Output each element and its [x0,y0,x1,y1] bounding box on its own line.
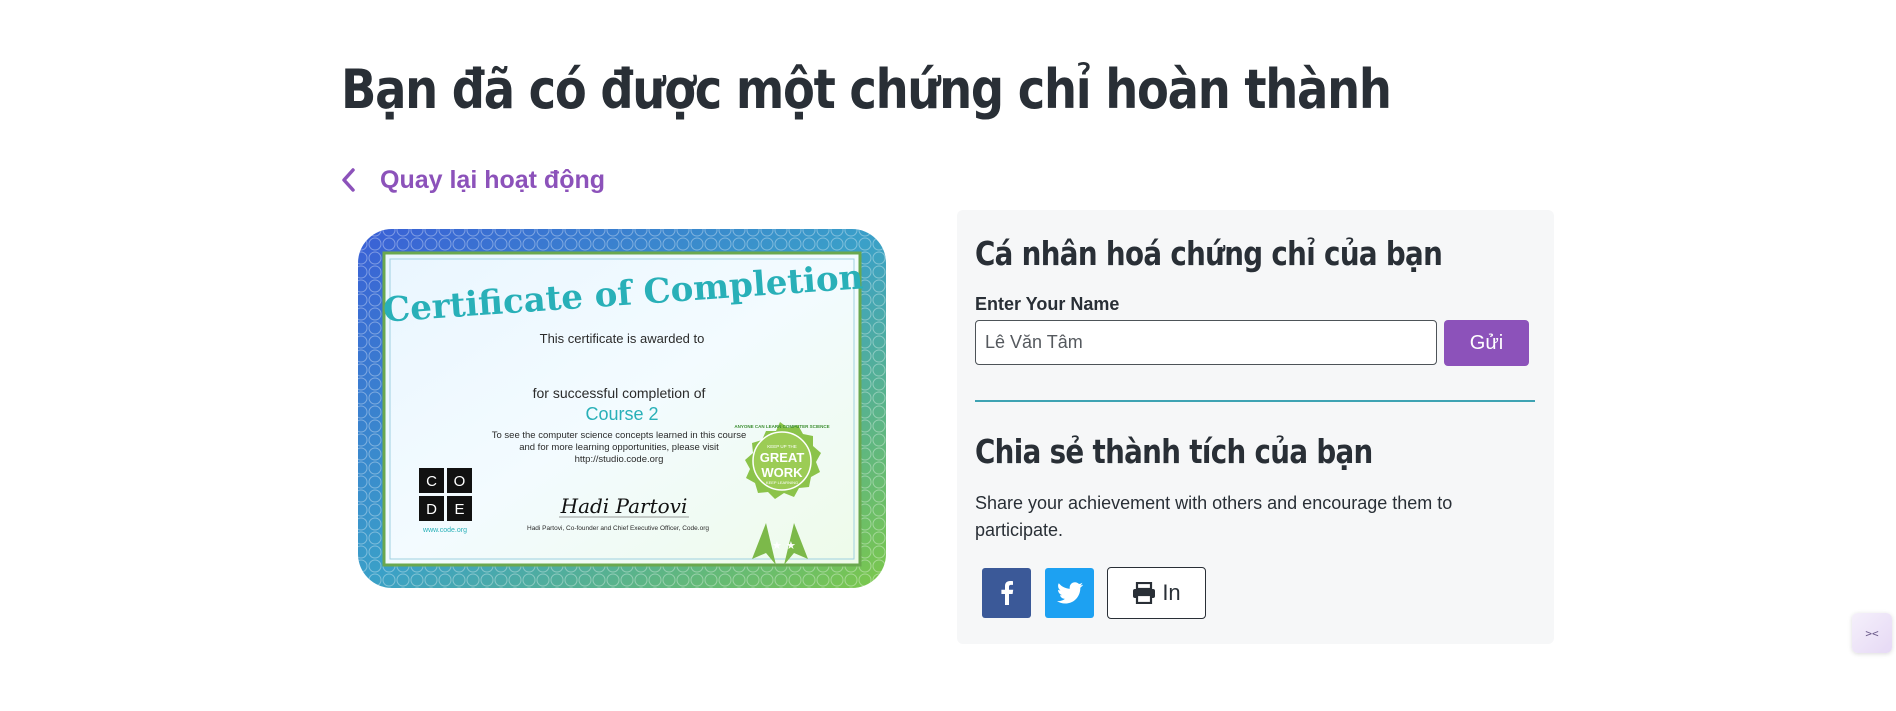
certificate-note-line3: http://studio.code.org [575,454,664,465]
section-divider [975,400,1535,402]
seal-bottom-text: WORK [761,465,803,480]
widget-label: >< [1865,626,1879,640]
twitter-icon [1056,582,1083,604]
seal-star-left: ★ [772,539,782,552]
personalize-heading: Cá nhân hoá chứng chỉ của bạn [975,234,1443,273]
twitter-share-button[interactable] [1045,568,1094,618]
facebook-share-button[interactable] [982,568,1031,618]
certificate-image: Certificate of Completion This certifica… [354,223,890,594]
seal-top-text: GREAT [760,450,805,465]
name-label: Enter Your Name [975,294,1120,314]
printer-icon [1133,582,1156,604]
logo-letter-o: O [454,473,466,490]
logo-url: www.code.org [422,527,467,534]
signer-title: Hadi Partovi, Co-founder and Chief Execu… [527,525,709,532]
logo-letter-d: D [426,501,437,518]
back-link-label: Quay lại hoạt động [380,165,606,194]
certificate-awarded-text: This certificate is awarded to [540,331,705,346]
seal-star-right: ★ [786,539,796,552]
page-title: Bạn đã có được một chứng chỉ hoàn thành [341,58,1392,121]
facebook-icon [1000,581,1013,605]
seal-ring-text: ANYONE CAN LEARN COMPUTER SCIENCE [734,424,829,429]
certificate-completion-text: for successful completion of [533,385,706,401]
submit-button[interactable]: Gửi [1444,320,1529,366]
share-description: Share your achievement with others and e… [975,493,1453,540]
certificate-course-name: Course 2 [585,404,658,424]
share-heading: Chia sẻ thành tích của bạn [975,432,1373,471]
seal-small-bottom: KEEP LEARNING [766,480,798,485]
name-input[interactable] [975,320,1437,365]
chevron-left-icon [342,168,355,192]
certificate-note-line2: and for more learning opportunities, ple… [519,442,719,453]
logo-letter-c: C [426,473,437,490]
floating-helper-widget[interactable]: >< [1852,613,1892,653]
signature: Hadi Partovi [560,494,688,518]
print-label: In [1162,580,1181,605]
print-button[interactable]: In [1107,567,1206,619]
back-to-activity-link[interactable]: Quay lại hoạt động [338,165,605,195]
certificate-note-line1: To see the computer science concepts lea… [492,430,747,441]
certificate-graphic: Certificate of Completion This certifica… [358,229,886,588]
logo-letter-e: E [454,501,464,518]
certificate-actions-panel: Cá nhân hoá chứng chỉ của bạn Enter Your… [957,210,1554,644]
seal-small-top: KEEP UP THE [767,444,797,449]
